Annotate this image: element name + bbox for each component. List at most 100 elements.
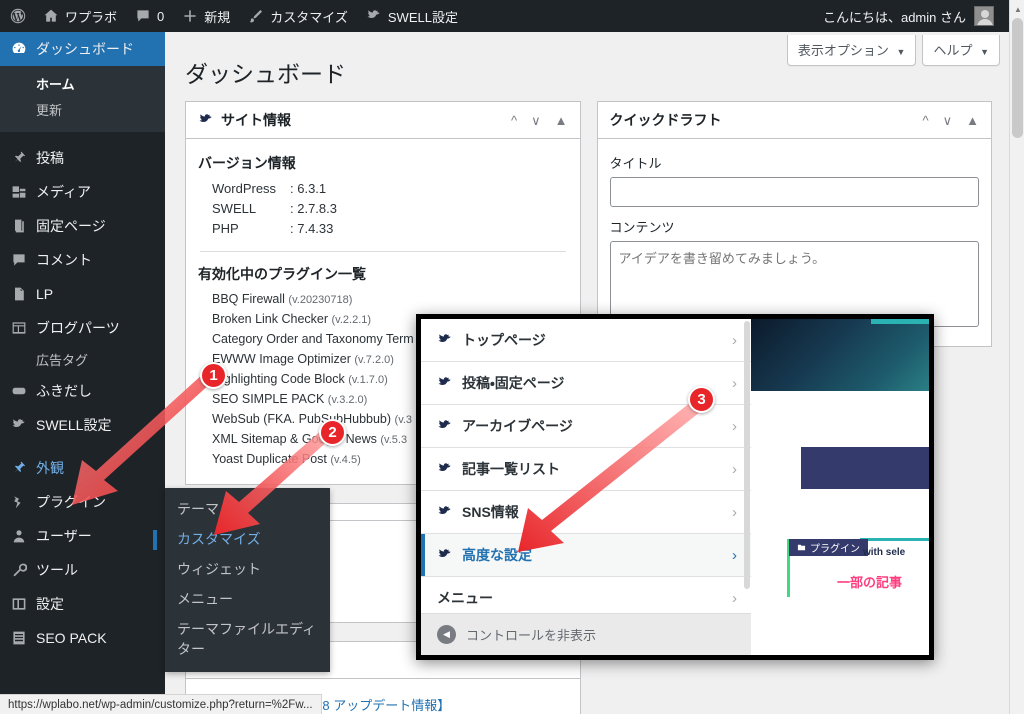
- customizer-row-label: SNS情報: [462, 504, 519, 520]
- customize-menu[interactable]: カスタマイズ: [239, 0, 357, 32]
- sidebar-item-users[interactable]: ユーザー: [0, 519, 165, 553]
- plugin-version: (v.1.7.0): [348, 374, 388, 386]
- chevron-down-icon: ▼: [896, 47, 906, 57]
- account-menu[interactable]: こんにちは、admin さん: [823, 6, 1024, 26]
- sidebar-item-seo-pack[interactable]: SEO PACK: [0, 621, 165, 655]
- sidebar-item-media[interactable]: メディア: [0, 175, 165, 209]
- sidebar-item-blog-parts[interactable]: ブログパーツ: [0, 311, 165, 345]
- sidebar-item-comments[interactable]: コメント: [0, 243, 165, 277]
- plugin-icon: [11, 494, 27, 510]
- flyout-item-themes[interactable]: テーマ: [165, 494, 330, 524]
- preview-teal-accent: [860, 538, 929, 541]
- swell-bird-icon: [437, 375, 453, 391]
- sidebar-item-label: コメント: [36, 252, 92, 268]
- sidebar-item-fukidashi[interactable]: ふきだし: [0, 374, 165, 408]
- customizer-row-advanced-settings[interactable]: 高度な設定 ›: [421, 534, 751, 577]
- dashboard-submenu: ホーム 更新: [0, 66, 165, 132]
- customizer-row-label: トップページ: [462, 332, 546, 348]
- sidebar-item-pages[interactable]: 固定ページ: [0, 209, 165, 243]
- site-name-menu[interactable]: ワプラボ: [34, 0, 126, 32]
- plugin-version: (v.2.2.1): [331, 314, 372, 326]
- chevron-right-icon: ›: [732, 374, 737, 392]
- swell-bird-icon: [437, 504, 453, 520]
- sidebar-subitem-ad-tag[interactable]: 広告タグ: [0, 345, 165, 374]
- collapse-arrow-icon: ◀: [437, 625, 456, 644]
- preview-hero-caption: [759, 323, 761, 328]
- sidebar-subitem-updates[interactable]: 更新: [0, 98, 165, 124]
- sidebar-item-plugins[interactable]: プラグイン: [0, 485, 165, 519]
- swell-bird-icon: [437, 418, 453, 434]
- sidebar-item-settings[interactable]: 設定: [0, 587, 165, 621]
- toggle-panel-icon[interactable]: ▲: [966, 114, 979, 127]
- sidebar-item-lp[interactable]: LP: [0, 277, 165, 311]
- swell-settings-menu[interactable]: SWELL設定: [357, 0, 467, 32]
- preview-pink-text: 一部の記事: [837, 575, 903, 590]
- preview-category-tag: プラグイン: [789, 539, 868, 556]
- sidebar-item-posts[interactable]: 投稿: [0, 141, 165, 175]
- admin-bar: ワプラボ 0 新規 カスタマイズ SWELL設定 こんにちは、admin さん: [0, 0, 1024, 32]
- chevron-right-icon: ›: [732, 546, 737, 564]
- plugin-name: Yoast Duplicate Post: [212, 452, 327, 466]
- page-icon: [11, 218, 27, 234]
- home-icon: [43, 8, 59, 24]
- quick-draft-title-input[interactable]: [609, 177, 979, 207]
- swell-bird-icon: [437, 332, 453, 348]
- status-bar: https://wplabo.net/wp-admin/customize.ph…: [0, 694, 322, 714]
- wordpress-logo-menu[interactable]: [0, 0, 34, 32]
- flyout-item-theme-file-editor[interactable]: テーマファイルエディター: [165, 614, 330, 664]
- sidebar-item-dashboard[interactable]: ダッシュボード: [0, 32, 173, 66]
- screen-options-label: 表示オプション: [797, 43, 889, 58]
- move-down-icon[interactable]: ∨: [531, 114, 541, 127]
- move-down-icon[interactable]: ∨: [943, 114, 953, 127]
- customizer-row-menus[interactable]: メニュー ›: [421, 577, 751, 613]
- chevron-right-icon: ›: [732, 460, 737, 478]
- flyout-item-menus[interactable]: メニュー: [165, 584, 330, 614]
- screen-options-button[interactable]: 表示オプション ▼: [786, 35, 917, 66]
- preview-tag-label: プラグイン: [810, 544, 860, 555]
- flyout-item-widgets[interactable]: ウィジェット: [165, 554, 330, 584]
- sidebar-item-label: SWELL設定: [36, 417, 112, 433]
- sidebar-item-tools[interactable]: ツール: [0, 553, 165, 587]
- pin-icon: [11, 150, 27, 166]
- browser-scrollbar[interactable]: ▲: [1009, 0, 1024, 714]
- move-up-icon[interactable]: ^: [511, 114, 517, 127]
- toggle-panel-icon[interactable]: ▲: [555, 114, 568, 127]
- divider: [200, 251, 566, 252]
- customizer-collapse-bar[interactable]: ◀ コントロールを非表示: [421, 613, 751, 655]
- sidebar-item-appearance[interactable]: 外観: [0, 451, 165, 485]
- customizer-row-post-list[interactable]: 記事一覧リスト ›: [421, 448, 751, 491]
- annotation-badge-2: 2: [319, 419, 346, 446]
- move-up-icon[interactable]: ^: [923, 114, 929, 127]
- new-content-menu[interactable]: 新規: [173, 0, 239, 32]
- chevron-right-icon: ›: [732, 331, 737, 349]
- quick-draft-title-label: タイトル: [609, 156, 662, 171]
- screen-meta-links: 表示オプション ▼ ヘルプ ▼: [786, 35, 1000, 66]
- customizer-row-top-page[interactable]: トップページ ›: [421, 319, 751, 362]
- site-info-actions: ^ ∨ ▲: [511, 114, 568, 127]
- scroll-up-icon[interactable]: ▲: [1014, 5, 1022, 14]
- plugin-version: (v.3.2.0): [327, 394, 368, 406]
- plugin-name: Category Order and Taxonomy Term: [212, 332, 414, 346]
- scrollbar-thumb[interactable]: [1012, 18, 1023, 138]
- sidebar-item-label: SEO PACK: [36, 630, 107, 646]
- sidebar-item-label: ダッシュボード: [36, 41, 134, 57]
- swell-bird-icon: [437, 461, 453, 477]
- version-value: : 2.7.8.3: [290, 201, 337, 216]
- flyout-item-customize[interactable]: カスタマイズ: [165, 524, 330, 554]
- preview-blue-text: with sele: [863, 547, 906, 558]
- sidebar-item-swell-settings[interactable]: SWELL設定: [0, 408, 165, 442]
- version-value: : 6.3.1: [290, 181, 327, 196]
- customizer-row-sns-info[interactable]: SNS情報 ›: [421, 491, 751, 534]
- comments-menu[interactable]: 0: [126, 0, 173, 32]
- preview-hero-image: [751, 319, 929, 391]
- sidebar-subitem-home[interactable]: ホーム: [0, 72, 165, 98]
- customizer-panel: トップページ › 投稿・固定ページ › アーカイブページ › 記事一覧リスト ›…: [421, 319, 751, 655]
- sidebar-item-label: 外観: [36, 460, 64, 476]
- plugin-name: Broken Link Checker: [212, 312, 329, 326]
- settings-icon: [11, 596, 27, 612]
- site-name-label: ワプラボ: [65, 9, 118, 25]
- customizer-scrollbar[interactable]: [744, 321, 750, 589]
- sidebar-item-label: LP: [36, 286, 54, 302]
- blocks-icon: [11, 320, 27, 336]
- help-button[interactable]: ヘルプ ▼: [922, 35, 1000, 66]
